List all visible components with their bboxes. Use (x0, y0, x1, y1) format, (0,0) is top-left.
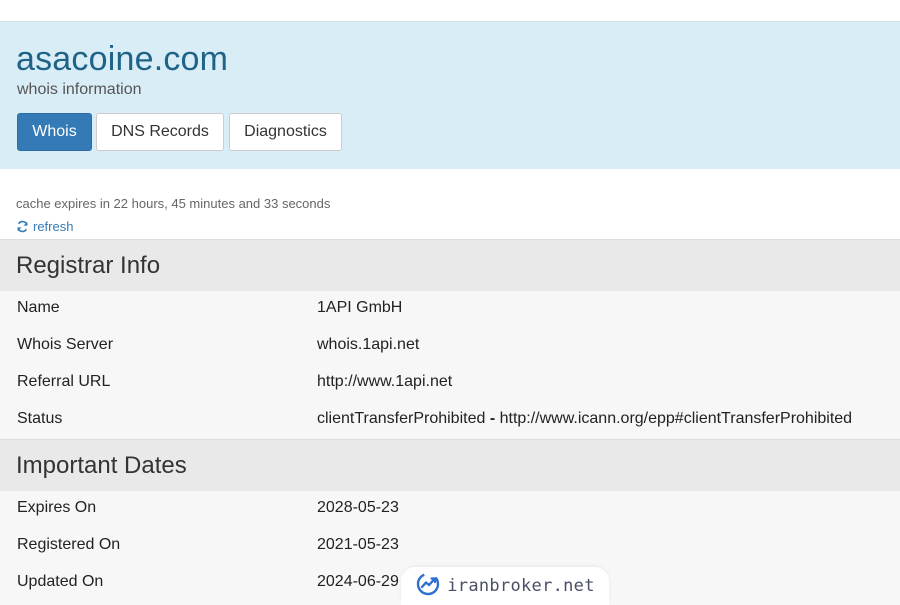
domain-title: asacoine.com (16, 40, 229, 78)
status-separator: - (485, 410, 500, 427)
trend-chart-icon (415, 571, 441, 602)
refresh-link[interactable]: refresh (16, 219, 73, 234)
page-subtitle: whois information (17, 81, 142, 98)
registrar-info-section: Registrar Info (0, 239, 900, 292)
section-title-dates: Important Dates (16, 452, 187, 479)
important-dates-section: Important Dates (0, 439, 900, 492)
row-value: 2021-05-23 (317, 536, 399, 553)
tab-diagnostics[interactable]: Diagnostics (229, 113, 342, 151)
row-label: Registered On (17, 536, 121, 553)
table-row: Expires On 2028-05-23 (0, 491, 900, 528)
table-row: Registered On 2021-05-23 (0, 528, 900, 565)
row-value: 2028-05-23 (317, 499, 399, 516)
section-title-registrar: Registrar Info (16, 252, 161, 279)
row-label: Name (17, 299, 60, 316)
refresh-icon (16, 220, 29, 233)
row-value: 2024-06-29 (317, 573, 399, 590)
row-label: Referral URL (17, 373, 111, 390)
table-row: Whois Server whois.1api.net (0, 328, 900, 365)
top-strip (0, 0, 900, 21)
row-value: 1API GmbH (317, 299, 403, 316)
tab-whois[interactable]: Whois (17, 113, 92, 151)
refresh-label: refresh (33, 219, 74, 234)
row-label: Updated On (17, 573, 104, 590)
row-label: Expires On (17, 499, 97, 516)
tab-dns-records[interactable]: DNS Records (96, 113, 224, 151)
status-url: http://www.icann.org/epp#clientTransferP… (499, 410, 853, 427)
status-value: clientTransferProhibited - http://www.ic… (317, 410, 852, 428)
domain-header: asacoine.com whois information Whois DNS… (0, 21, 900, 169)
row-label: Status (17, 410, 63, 427)
cache-expiry-text: cache expires in 22 hours, 45 minutes an… (16, 196, 331, 211)
row-label: Whois Server (17, 336, 114, 353)
table-row: Status clientTransferProhibited - http:/… (0, 402, 900, 439)
table-row: Name 1API GmbH (0, 291, 900, 328)
watermark-text: iranbroker.net (447, 576, 595, 596)
status-code: clientTransferProhibited (317, 410, 486, 427)
registrar-info-table: Name 1API GmbH Whois Server whois.1api.n… (0, 291, 900, 439)
watermark-badge: iranbroker.net (401, 567, 609, 605)
table-row: Referral URL http://www.1api.net (0, 365, 900, 402)
row-value: http://www.1api.net (317, 373, 453, 390)
row-value: whois.1api.net (317, 336, 420, 353)
